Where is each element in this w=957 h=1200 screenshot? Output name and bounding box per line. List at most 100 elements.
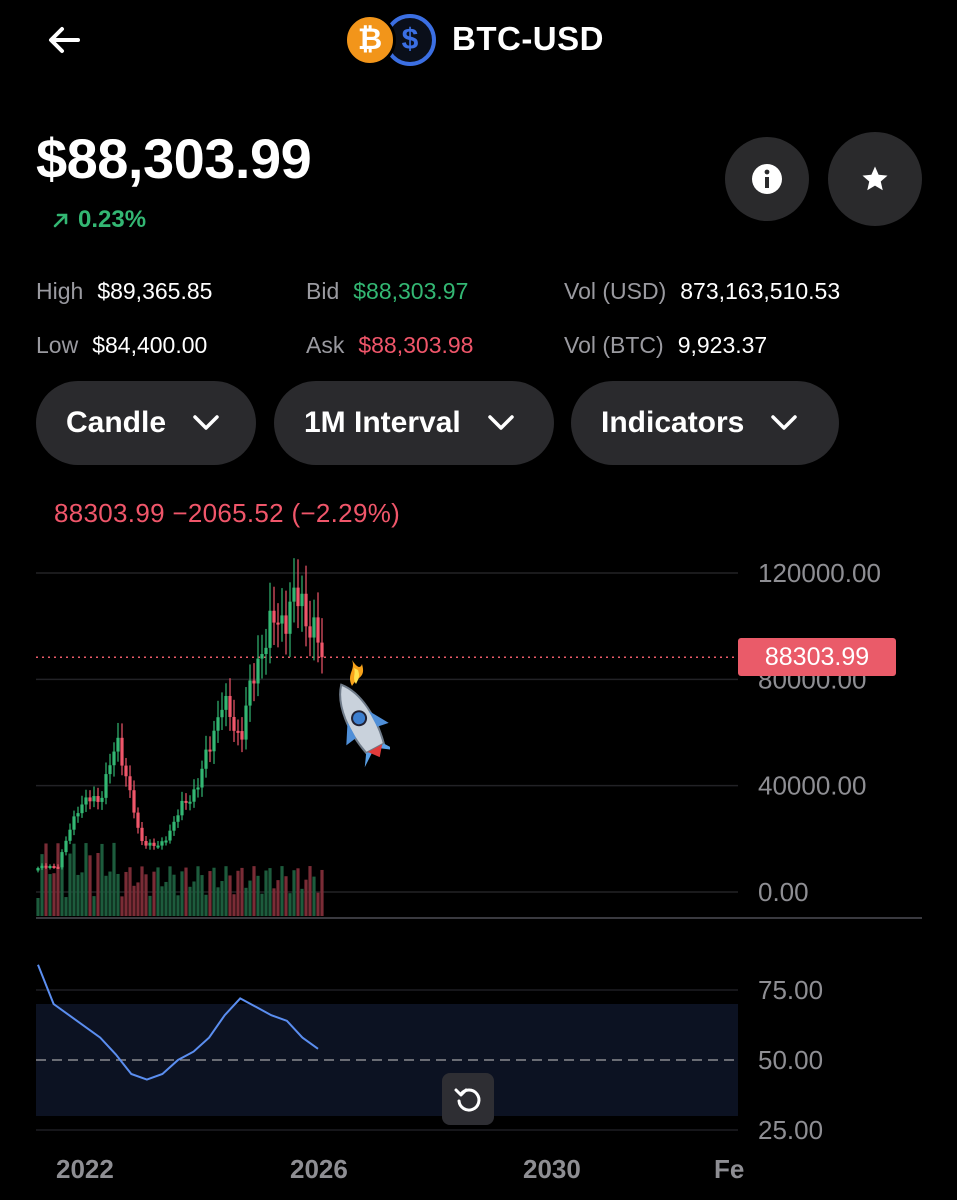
- volume-bars: [36, 842, 324, 916]
- chart-type-dropdown[interactable]: Candle: [36, 381, 256, 465]
- candle-body: [312, 617, 316, 638]
- volume-bar: [268, 868, 272, 916]
- volume-bar: [116, 873, 120, 916]
- candle-body: [116, 737, 120, 752]
- current-price: $88,303.99: [36, 127, 312, 190]
- volume-bar: [44, 843, 48, 916]
- stat-vol-btc: Vol (BTC) 9,923.37: [564, 332, 767, 359]
- volume-bar: [204, 894, 208, 916]
- price-change: 0.23%: [52, 206, 146, 234]
- volume-bar: [212, 867, 216, 916]
- price-axis-label: 120000.00: [758, 558, 881, 588]
- candle-body: [176, 815, 180, 822]
- candle-body: [252, 680, 256, 684]
- candle-body: [52, 866, 56, 869]
- candle-body: [60, 852, 64, 868]
- bitcoin-icon: ₿: [344, 14, 396, 66]
- volume-bar: [320, 869, 324, 916]
- reset-view-button[interactable]: [442, 1073, 494, 1125]
- volume-bar: [88, 855, 92, 916]
- volume-bar: [172, 874, 176, 916]
- candle-body: [200, 768, 204, 788]
- stat-label: Ask: [306, 332, 345, 358]
- volume-bar: [312, 876, 316, 916]
- volume-bar: [292, 870, 296, 916]
- stat-low: Low $84,400.00: [36, 332, 207, 359]
- candle-body: [276, 622, 280, 625]
- candle-body: [168, 830, 172, 841]
- stat-value: $88,303.97: [353, 278, 469, 304]
- stat-value: $84,400.00: [92, 332, 208, 358]
- arrow-left-icon: [49, 27, 80, 53]
- pair-logos: $ ₿: [344, 14, 436, 68]
- volume-bar: [184, 867, 188, 916]
- volume-bar: [152, 871, 156, 916]
- volume-bar: [120, 896, 124, 916]
- indicators-dropdown[interactable]: Indicators: [571, 381, 839, 465]
- candle-body: [92, 796, 96, 802]
- rsi-axis-label: 50.00: [758, 1045, 823, 1075]
- candle-body: [68, 829, 72, 841]
- candle-body: [152, 842, 156, 846]
- indicators-label: Indicators: [601, 406, 745, 439]
- price-change-value: 0.23%: [78, 206, 147, 233]
- candle-body: [240, 731, 244, 740]
- candle-body: [148, 842, 152, 846]
- volume-bar: [80, 872, 84, 916]
- volume-bar: [136, 882, 140, 916]
- candle-body: [140, 827, 144, 842]
- volume-bar: [124, 871, 128, 916]
- volume-bar: [112, 842, 116, 916]
- volume-bar: [100, 843, 104, 916]
- candle-body: [128, 776, 132, 791]
- candle-body: [256, 658, 260, 684]
- candle-body: [232, 716, 236, 731]
- candle-body: [144, 841, 148, 846]
- candle-body: [180, 800, 184, 816]
- back-button[interactable]: [40, 16, 88, 64]
- stat-label: Vol (BTC): [564, 332, 664, 358]
- last-price-tag: 88303.99: [738, 638, 896, 676]
- candle-body: [304, 593, 308, 627]
- volume-bar: [72, 843, 76, 916]
- candle-body: [88, 797, 92, 802]
- volume-bar: [96, 852, 100, 916]
- candle-body: [216, 717, 220, 731]
- volume-bar: [180, 871, 184, 916]
- candle-body: [112, 751, 116, 766]
- candle-body: [192, 789, 196, 802]
- volume-bar: [196, 866, 200, 916]
- volume-bar: [140, 866, 144, 916]
- stat-value: $88,303.98: [358, 332, 474, 358]
- volume-bar: [316, 892, 320, 916]
- star-icon: [862, 166, 888, 191]
- interval-label: 1M Interval: [304, 406, 461, 439]
- info-button[interactable]: [725, 137, 809, 221]
- volume-bar: [228, 875, 232, 916]
- favorite-button[interactable]: [828, 132, 922, 226]
- volume-bar: [56, 843, 60, 916]
- candle-body: [316, 617, 320, 643]
- volume-bar: [148, 895, 152, 916]
- candle-body: [188, 801, 192, 804]
- volume-bar: [264, 870, 268, 916]
- interval-dropdown[interactable]: 1M Interval: [274, 381, 554, 465]
- volume-bar: [244, 887, 248, 916]
- candle-body: [300, 593, 304, 607]
- market-stats: High $89,365.85 Low $84,400.00 Bid $88,3…: [0, 278, 957, 368]
- volume-bar: [304, 879, 308, 916]
- volume-bar: [272, 888, 276, 916]
- candle-body: [264, 647, 268, 655]
- candle-body: [204, 749, 208, 769]
- rsi-axis-label: 75.00: [758, 975, 823, 1005]
- price-axis-label: 0.00: [758, 877, 809, 907]
- candle-body: [84, 797, 88, 805]
- time-axis-label: Fe: [714, 1154, 744, 1184]
- volume-bar: [280, 866, 284, 916]
- candle-body: [120, 737, 124, 766]
- candle-body: [284, 615, 288, 634]
- candle-body: [160, 841, 164, 846]
- candle-body: [100, 797, 104, 802]
- page-title: BTC-USD: [452, 20, 604, 57]
- top-bar: $ ₿ BTC-USD: [0, 0, 957, 84]
